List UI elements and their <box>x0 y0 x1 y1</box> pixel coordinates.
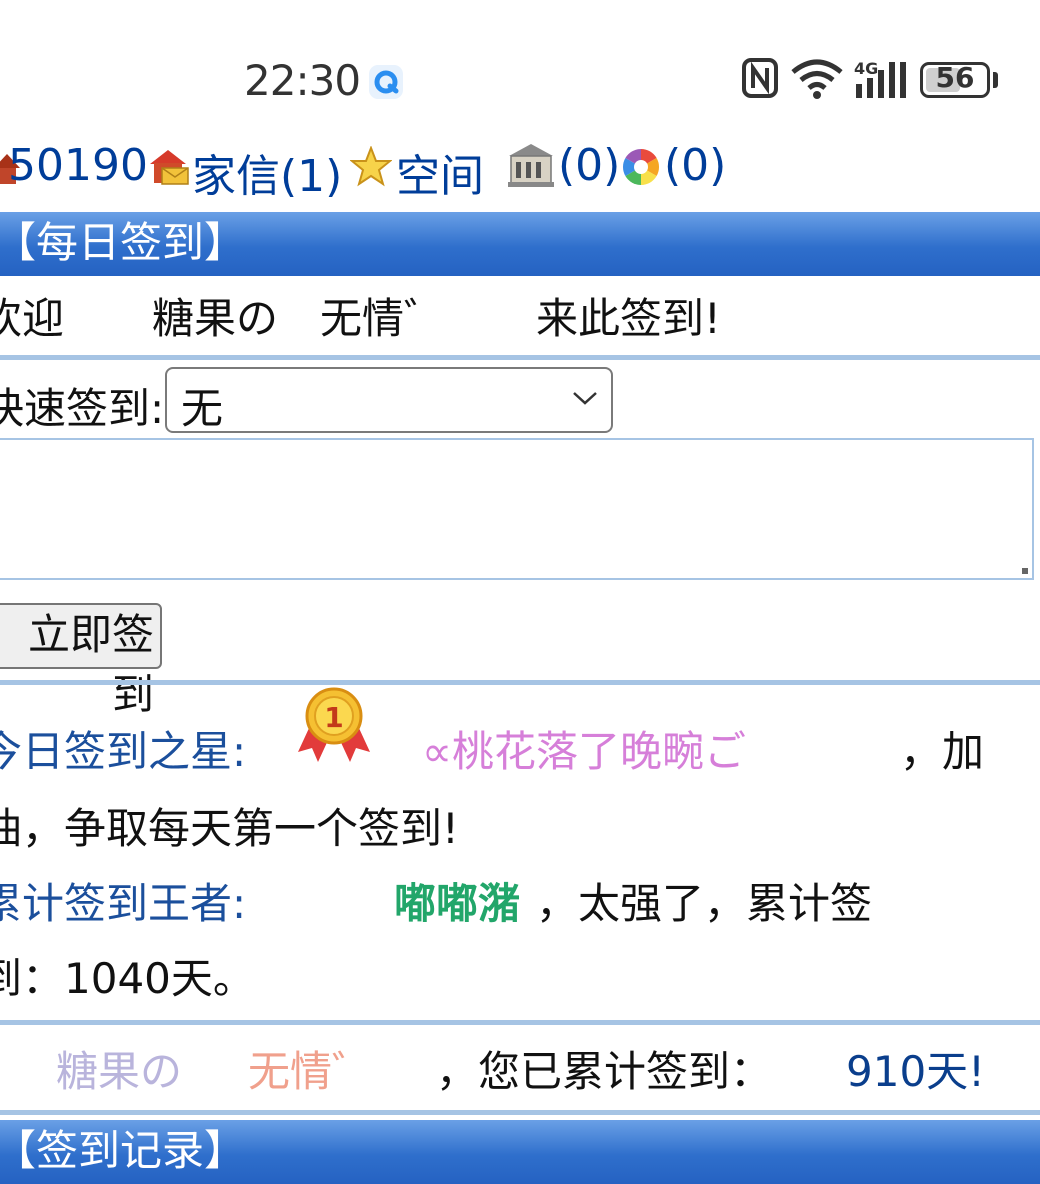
message-textarea[interactable] <box>0 438 1034 580</box>
svg-text:1: 1 <box>324 701 343 734</box>
star-icon <box>350 146 392 187</box>
app-q-icon <box>369 65 403 99</box>
wifi-icon <box>791 59 843 99</box>
separator <box>0 355 1040 360</box>
separator <box>0 680 1040 685</box>
daily-checkin-header: 【每日签到】 <box>0 212 1040 276</box>
separator <box>0 1020 1040 1025</box>
building-icon <box>508 144 554 187</box>
nfc-icon <box>742 58 778 98</box>
battery-level: 56 <box>935 61 975 94</box>
status-bar: 22:30 4G 56 <box>0 0 1040 130</box>
separator <box>0 1110 1040 1115</box>
welcome-username: 糖果の 无情゛ <box>152 294 447 343</box>
space-link[interactable]: 空间 <box>396 140 484 204</box>
mail-link[interactable]: 家信(1) <box>192 140 342 204</box>
building-count-link[interactable]: (0) <box>558 140 620 191</box>
king-name[interactable]: 嘟嘟潴 <box>394 870 520 931</box>
user-id-link[interactable]: 50190 <box>8 140 148 191</box>
king-label: 累计签到王者: <box>0 879 247 928</box>
battery-icon: 56 <box>920 61 990 98</box>
checkin-button[interactable]: 立即签到 <box>0 603 162 719</box>
chevron-down-icon <box>573 392 597 405</box>
shutter-icon <box>622 149 660 185</box>
today-star-name[interactable]: ∝桃花落了晚畹ご <box>422 718 746 779</box>
svg-text:4G: 4G <box>854 59 878 78</box>
home-mail-icon <box>150 150 189 185</box>
today-star-label: 今日签到之星: <box>0 727 247 776</box>
records-header: 【签到记录】 <box>0 1120 1040 1184</box>
my-total-days: 910天! <box>846 1047 986 1096</box>
quick-sign-label: 快速签到: <box>0 384 165 433</box>
my-name-part2: 无情゛ <box>248 1047 375 1096</box>
shutter-count-link[interactable]: (0) <box>664 140 726 191</box>
quick-sign-select[interactable]: 无 <box>165 367 613 433</box>
clock: 22:30 <box>244 56 361 105</box>
my-name-part1: 糖果の <box>56 1047 183 1096</box>
4g-signal-icon: 4G <box>854 59 906 98</box>
gold-medal-icon: 1 <box>298 687 370 762</box>
resize-handle[interactable] <box>1022 568 1028 574</box>
